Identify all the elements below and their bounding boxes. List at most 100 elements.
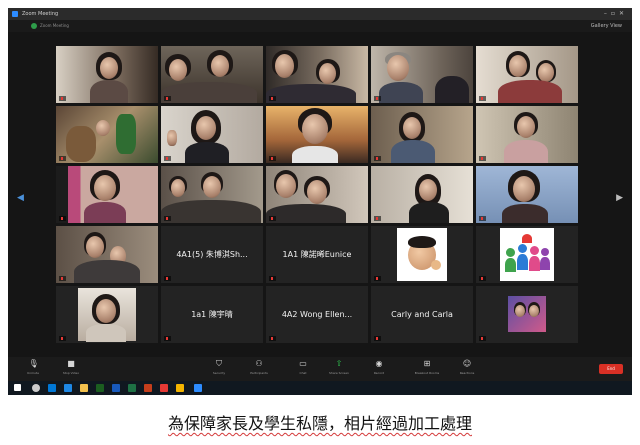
- participant-name: [269, 96, 276, 101]
- video-icon: ■: [67, 359, 75, 368]
- unmute-button[interactable]: 🎙 Unmute: [18, 359, 48, 376]
- window-titlebar: Zoom Meeting –▫✕: [8, 8, 632, 20]
- participant-name: [269, 336, 276, 341]
- stop-video-button[interactable]: ■ Stop Video: [56, 359, 86, 376]
- participant-name-label: 1A1 陳諾晞Eunice: [282, 250, 352, 259]
- chat-icon: ▭: [299, 359, 307, 368]
- participant-name: [479, 156, 486, 161]
- participant-tile[interactable]: [56, 46, 158, 103]
- search-icon[interactable]: [32, 384, 40, 392]
- participant-tile[interactable]: [266, 106, 368, 163]
- participant-tile[interactable]: [476, 106, 578, 163]
- breakout-icon: ⊞: [423, 359, 431, 368]
- participant-tile[interactable]: [476, 46, 578, 103]
- chat-button[interactable]: ▭ Chat: [288, 359, 318, 376]
- app-icon[interactable]: [128, 384, 136, 392]
- folder-icon[interactable]: [80, 384, 88, 392]
- share-icon: ⇧: [335, 359, 343, 368]
- share-screen-button[interactable]: ⇧ Share Screen: [324, 359, 354, 376]
- participant-tile[interactable]: 1a1 陳宇晴: [161, 286, 263, 343]
- participant-name: [59, 216, 66, 221]
- participant-tile[interactable]: [56, 106, 158, 163]
- gallery-view-button[interactable]: Gallery View: [591, 20, 622, 32]
- participant-name: [269, 156, 276, 161]
- reactions-button[interactable]: ☺ Reactions: [452, 359, 482, 376]
- avatar: [397, 228, 447, 281]
- shield-icon: ⛉: [216, 359, 222, 368]
- participant-name: [59, 96, 66, 101]
- security-button[interactable]: ⛉ Security: [204, 359, 234, 376]
- participant-name: [59, 336, 66, 341]
- meeting-info-bar: Zoom Meeting Gallery View: [8, 20, 632, 32]
- participant-tile[interactable]: [371, 166, 473, 223]
- participant-name: [164, 156, 171, 161]
- participants-button[interactable]: ⚇ Participants: [244, 359, 274, 376]
- avatar: [500, 228, 554, 281]
- reactions-icon: ☺: [462, 359, 472, 368]
- participant-tile[interactable]: [161, 46, 263, 103]
- participant-tile[interactable]: Carly and Carla: [371, 286, 473, 343]
- avatar: [508, 296, 546, 332]
- participant-tile[interactable]: [56, 286, 158, 343]
- app-icon[interactable]: [112, 384, 120, 392]
- participant-tile[interactable]: [266, 46, 368, 103]
- participant-tile[interactable]: [161, 106, 263, 163]
- participant-tile[interactable]: [266, 166, 368, 223]
- app-icon[interactable]: [96, 384, 104, 392]
- participant-tile[interactable]: [56, 226, 158, 283]
- participant-name: [479, 96, 486, 101]
- participant-name: [479, 336, 486, 341]
- app-icon[interactable]: [64, 384, 72, 392]
- participant-name-label: 4A1(5) 朱博淇Sh...: [176, 250, 248, 259]
- participant-name: [374, 96, 381, 101]
- app-icon[interactable]: [144, 384, 152, 392]
- record-icon: ◉: [375, 359, 383, 368]
- participant-name: [164, 276, 171, 281]
- participant-tile[interactable]: 4A1(5) 朱博淇Sh...: [161, 226, 263, 283]
- app-icon[interactable]: [160, 384, 168, 392]
- record-button[interactable]: ◉ Record: [364, 359, 394, 376]
- meeting-controls-bar: 🎙 Unmute ■ Stop Video ⛉ Security ⚇ Parti…: [8, 357, 632, 381]
- zoom-screenshot: Zoom Meeting –▫✕ Zoom Meeting Gallery Vi…: [8, 8, 632, 395]
- participant-name: [164, 216, 171, 221]
- meeting-label: Zoom Meeting: [40, 23, 69, 28]
- app-icon[interactable]: [48, 384, 56, 392]
- participant-name-label: Carly and Carla: [391, 310, 453, 319]
- participant-name: [374, 336, 381, 341]
- participant-tile[interactable]: [476, 286, 578, 343]
- participant-name: [374, 156, 381, 161]
- participant-tile[interactable]: [56, 166, 158, 223]
- mic-icon: 🎙: [28, 359, 39, 368]
- participant-name: [164, 336, 171, 341]
- participant-tile[interactable]: [161, 166, 263, 223]
- previous-page-arrow-icon[interactable]: ◀: [17, 193, 24, 203]
- participant-name: [479, 276, 486, 281]
- participant-tile[interactable]: [371, 46, 473, 103]
- end-meeting-button[interactable]: End: [599, 364, 623, 374]
- participant-name: [479, 216, 486, 221]
- participant-tile[interactable]: 4A2 Wong Ellen...: [266, 286, 368, 343]
- window-title: Zoom Meeting: [22, 11, 59, 17]
- participant-tile[interactable]: 1A1 陳諾晞Eunice: [266, 226, 368, 283]
- privacy-caption: 為保障家長及學生私隱，相片經過加工處理: [167, 414, 472, 433]
- participant-tile[interactable]: [476, 166, 578, 223]
- participant-tile[interactable]: [371, 226, 473, 283]
- encryption-shield-icon[interactable]: [31, 23, 37, 29]
- next-page-arrow-icon[interactable]: ▶: [616, 193, 623, 203]
- window-controls[interactable]: –▫✕: [604, 8, 628, 20]
- participants-icon: ⚇: [255, 359, 263, 368]
- participant-name: [374, 276, 381, 281]
- windows-taskbar: [8, 381, 632, 395]
- zoom-taskbar-icon[interactable]: [194, 384, 202, 392]
- zoom-logo-icon: [12, 11, 18, 17]
- participant-name: [59, 156, 66, 161]
- start-icon[interactable]: [14, 384, 21, 391]
- participant-name: [269, 216, 276, 221]
- participant-tile[interactable]: [476, 226, 578, 283]
- participant-name: [374, 216, 381, 221]
- system-tray: [625, 382, 626, 387]
- participant-name: [164, 96, 171, 101]
- participant-tile[interactable]: [371, 106, 473, 163]
- app-icon[interactable]: [176, 384, 184, 392]
- breakout-rooms-button[interactable]: ⊞ Breakout Rooms: [412, 359, 442, 376]
